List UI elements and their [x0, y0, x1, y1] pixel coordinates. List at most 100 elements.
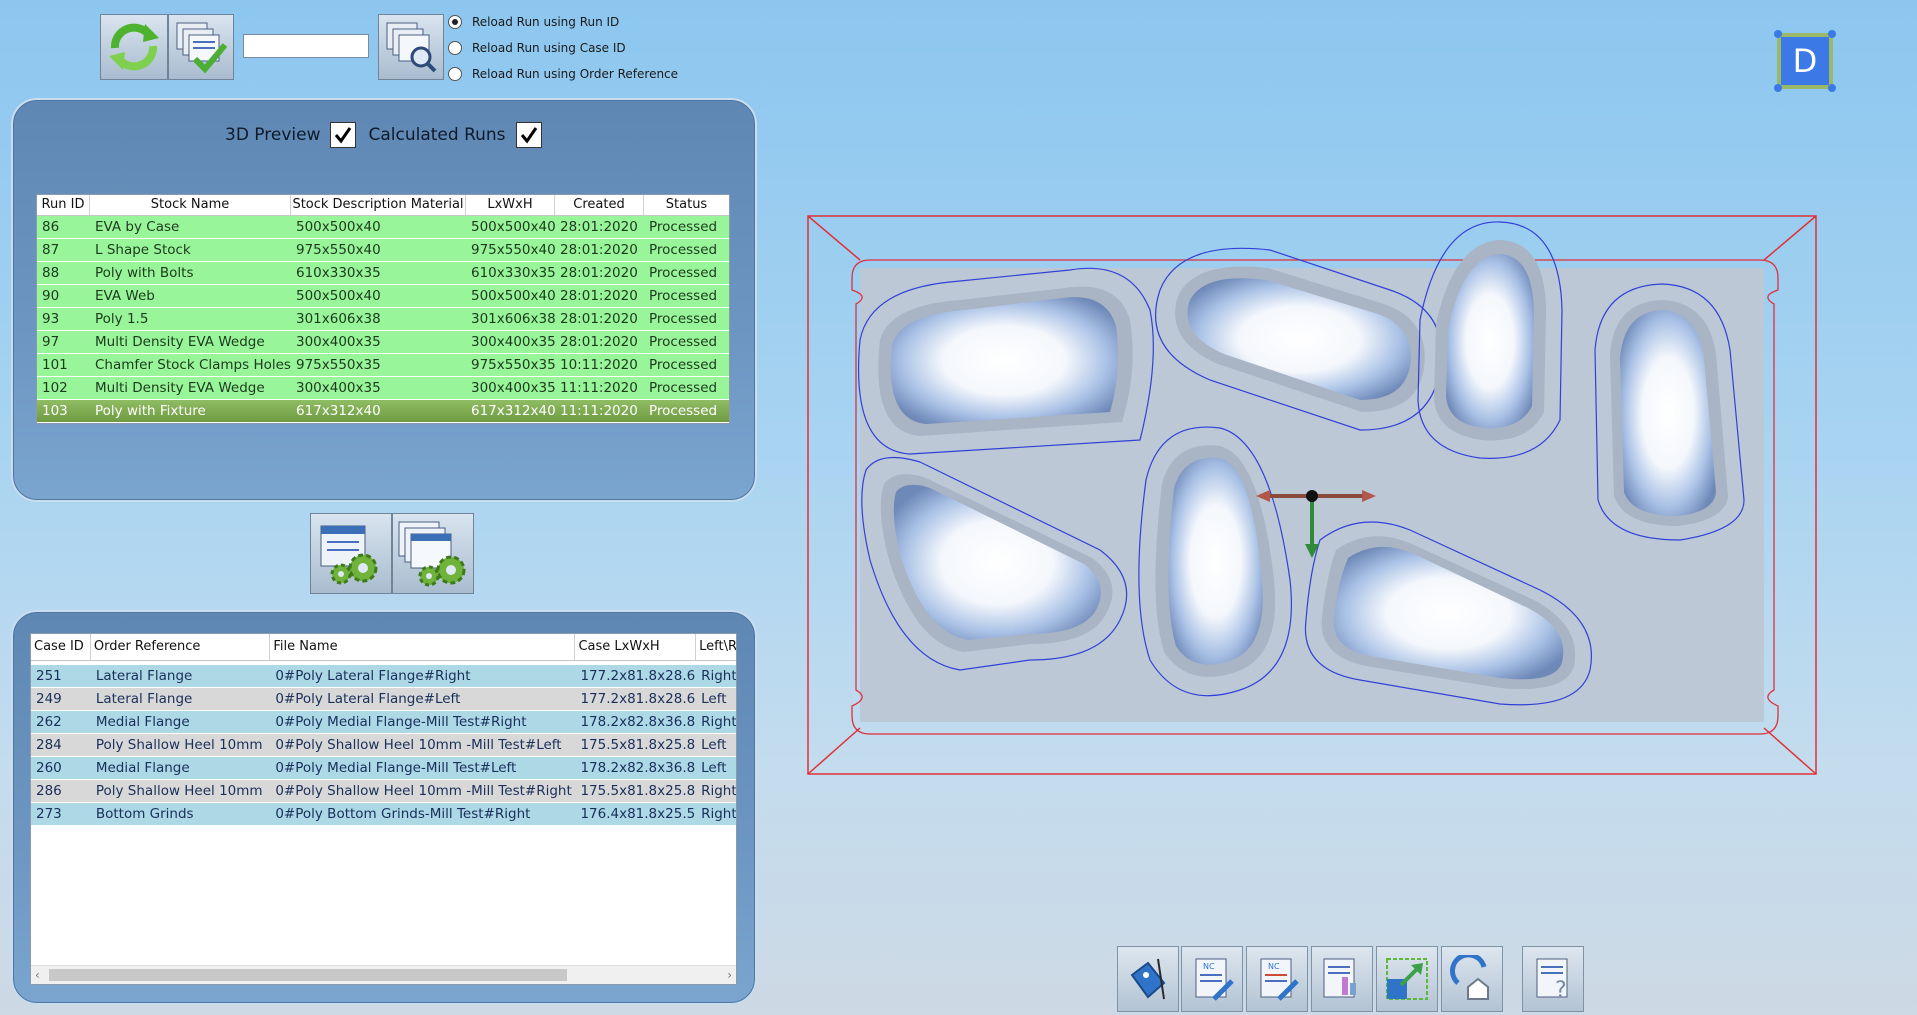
scrollbar-thumb[interactable] — [49, 969, 567, 981]
table-row[interactable]: 260 Medial Flange 0#Poly Medial Flange-Mil… — [31, 757, 736, 780]
column-header[interactable]: Case ID — [31, 634, 91, 660]
nc-edit-icon: NC — [1195, 958, 1234, 1001]
table-cell: EVA by Case — [95, 219, 180, 235]
table-cell: 11:11:2020 — [560, 403, 638, 419]
table-header: Case ID Order Reference File Name Case L… — [31, 634, 736, 661]
table-cell: Poly 1.5 — [95, 311, 149, 327]
preview-checkbox[interactable] — [330, 122, 357, 148]
horizontal-scrollbar[interactable]: ‹ › — [31, 965, 736, 984]
resize-button[interactable] — [1376, 946, 1438, 1012]
table-cell: 975x550x35 — [471, 357, 555, 373]
column-header[interactable]: Stock Description Material — [291, 195, 466, 215]
reload-id-input[interactable] — [243, 34, 369, 58]
table-cell: Multi Density EVA Wedge — [95, 334, 265, 350]
table-cell: Left — [701, 760, 727, 776]
table-cell: 500x500x40 — [471, 288, 555, 304]
scroll-right-icon[interactable]: › — [727, 966, 732, 984]
radio-label: Reload Run using Case ID — [472, 41, 626, 55]
column-header[interactable]: Status — [644, 195, 729, 215]
check-icon — [335, 127, 352, 144]
table-cell: 500x500x40 — [296, 288, 381, 304]
table-row[interactable]: 87 L Shape Stock 975x550x40 975x550x40 28:01… — [37, 239, 729, 262]
table-cell: Poly with Bolts — [95, 265, 194, 281]
table-row[interactable]: 103 Poly with Fixture 617x312x40 617x312x40… — [37, 400, 729, 423]
radio-button[interactable] — [448, 41, 462, 55]
table-row[interactable]: 286 Poly Shallow Heel 10mm 0#Poly Shallow … — [31, 780, 736, 803]
table-cell: Left — [701, 737, 727, 753]
table-cell: 300x400x35 — [296, 380, 381, 396]
table-cell: 0#Poly Shallow Heel 10mm -Mill Test#Righ… — [275, 783, 572, 799]
table-cell: Right — [701, 783, 736, 799]
svg-text:NC: NC — [1268, 962, 1280, 971]
table-cell: 286 — [36, 783, 62, 799]
report-button[interactable] — [1311, 946, 1373, 1012]
table-row[interactable]: 97 Multi Density EVA Wedge 300x400x35 300x4… — [37, 331, 729, 354]
table-row[interactable]: 101 Chamfer Stock Clamps Holes 975x550x35 9… — [37, 354, 729, 377]
table-cell: Poly with Fixture — [95, 403, 206, 419]
nc-export-button[interactable]: NC — [1246, 946, 1308, 1012]
table-cell: 178.2x82.8x36.8 — [580, 714, 696, 730]
run-settings-button[interactable] — [310, 513, 392, 594]
nc-edit-button[interactable]: NC — [1181, 946, 1243, 1012]
table-cell: Right — [701, 714, 736, 730]
reload-option-case-id[interactable]: Reload Run using Case ID — [448, 41, 626, 55]
reload-run-button[interactable] — [378, 14, 444, 80]
table-cell: 284 — [36, 737, 62, 753]
table-cell: L Shape Stock — [95, 242, 191, 258]
table-row[interactable]: 86 EVA by Case 500x500x40 500x500x40 28:01:2… — [37, 216, 729, 239]
approve-runs-button[interactable] — [168, 14, 234, 80]
table-cell: 0#Poly Bottom Grinds-Mill Test#Right — [275, 806, 531, 822]
table-cell: 0#Poly Medial Flange-Mill Test#Left — [275, 760, 517, 776]
column-header[interactable]: Left\R — [696, 634, 736, 660]
svg-text:NC: NC — [1203, 962, 1215, 971]
table-cell: 0#Poly Shallow Heel 10mm -Mill Test#Left — [275, 737, 562, 753]
table-row[interactable]: 90 EVA Web 500x500x40 500x500x40 28:01:2020 P… — [37, 285, 729, 308]
table-cell: Processed — [649, 219, 718, 235]
table-cell: 28:01:2020 — [560, 242, 638, 258]
table-row[interactable]: 102 Multi Density EVA Wedge 300x400x35 300x… — [37, 377, 729, 400]
table-row[interactable]: 273 Bottom Grinds 0#Poly Bottom Grinds-Mil… — [31, 803, 736, 826]
table-row[interactable]: 93 Poly 1.5 301x606x38 301x606x38 28:01:2020… — [37, 308, 729, 331]
scroll-left-icon[interactable]: ‹ — [35, 966, 40, 984]
documents-search-icon — [386, 22, 437, 73]
radio-button[interactable] — [448, 15, 462, 29]
table-row[interactable]: 251 Lateral Flange 0#Poly Lateral Flange#R… — [31, 665, 736, 688]
table-cell: 249 — [36, 691, 62, 707]
column-header[interactable]: File Name — [270, 634, 576, 660]
column-header[interactable]: Case LxWxH — [575, 634, 697, 660]
help-icon: ? — [1536, 958, 1568, 1003]
resize-icon — [1386, 958, 1428, 1000]
table-cell: Lateral Flange — [95, 668, 193, 684]
column-header[interactable]: Run ID — [37, 195, 90, 215]
table-cell: 500x500x40 — [296, 219, 381, 235]
3d-preview-viewport[interactable] — [800, 200, 1830, 790]
calculated-runs-checkbox[interactable] — [515, 122, 542, 148]
radio-button[interactable] — [448, 67, 462, 81]
help-button[interactable]: ? — [1522, 946, 1584, 1012]
table-cell: 0#Poly Lateral Flange#Right — [275, 668, 471, 684]
table-cell: 28:01:2020 — [560, 288, 638, 304]
svg-text:?: ? — [1555, 978, 1567, 1003]
user-avatar[interactable]: D — [1774, 30, 1836, 92]
home-button[interactable] — [1441, 946, 1503, 1012]
column-header[interactable]: Stock Name — [90, 195, 291, 215]
table-cell: Processed — [649, 403, 718, 419]
column-header[interactable]: LxWxH — [466, 195, 555, 215]
column-header[interactable]: Order Reference — [91, 634, 271, 660]
table-cell: 301x606x38 — [471, 311, 555, 327]
reload-option-order-ref[interactable]: Reload Run using Order Reference — [448, 67, 678, 81]
table-cell: 102 — [42, 380, 68, 396]
table-row[interactable]: 88 Poly with Bolts 610x330x35 610x330x35 28:… — [37, 262, 729, 285]
table-cell: 177.2x81.8x28.6 — [580, 691, 696, 707]
table-row[interactable]: 249 Lateral Flange 0#Poly Lateral Flange#L… — [31, 688, 736, 711]
table-cell: 273 — [36, 806, 62, 822]
reload-option-run-id[interactable]: Reload Run using Run ID — [448, 15, 619, 29]
tag-button[interactable] — [1117, 946, 1179, 1012]
table-cell: 28:01:2020 — [560, 334, 638, 350]
table-cell: 28:01:2020 — [560, 265, 638, 281]
table-row[interactable]: 284 Poly Shallow Heel 10mm 0#Poly Shallow … — [31, 734, 736, 757]
refresh-button[interactable] — [100, 14, 168, 80]
column-header[interactable]: Created — [555, 195, 644, 215]
table-row[interactable]: 262 Medial Flange 0#Poly Medial Flange-Mil… — [31, 711, 736, 734]
batch-settings-button[interactable] — [392, 513, 474, 594]
